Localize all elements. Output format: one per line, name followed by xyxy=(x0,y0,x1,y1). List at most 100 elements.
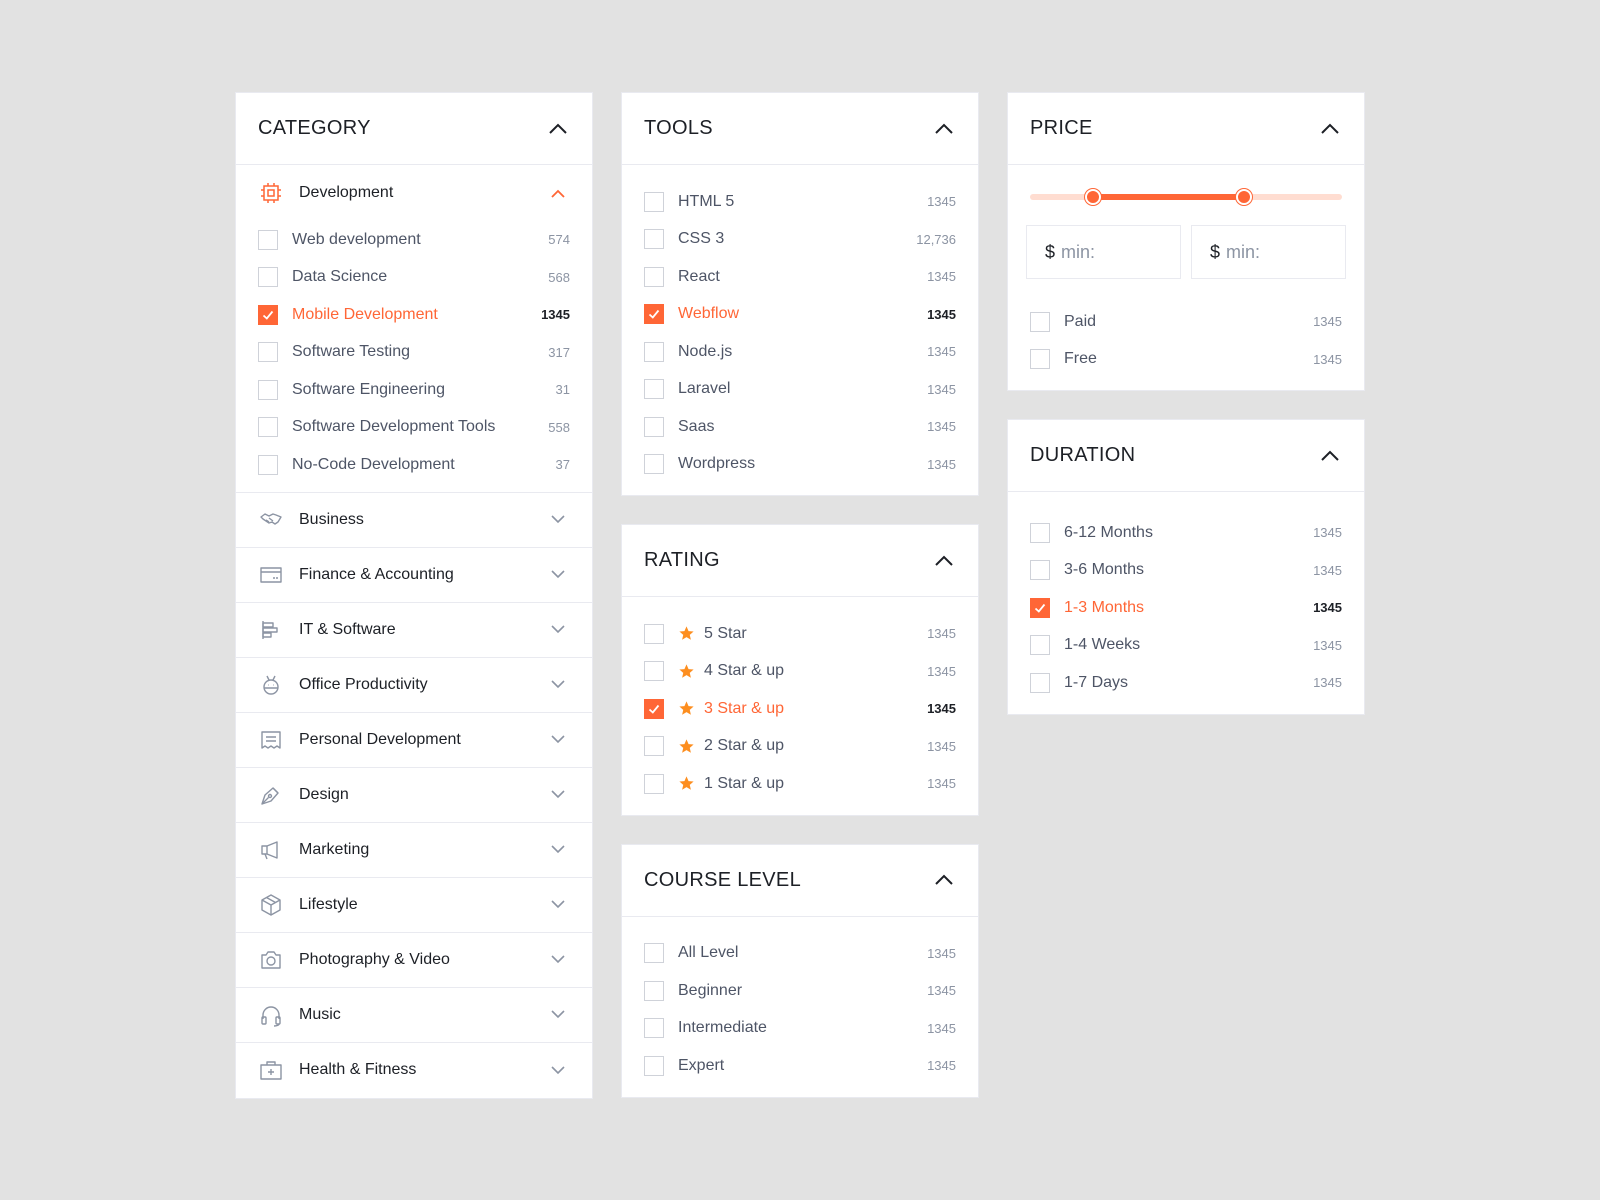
filter-option-row[interactable]: Node.js 1345 xyxy=(644,333,956,371)
chevron-down-icon[interactable] xyxy=(546,893,570,917)
category-item[interactable]: Photography & Video xyxy=(236,933,592,988)
chevron-up-icon[interactable] xyxy=(1318,117,1342,141)
filter-option-row[interactable]: 1-4 Weeks 1345 xyxy=(1030,627,1342,665)
filter-option-row[interactable]: Software Testing 317 xyxy=(258,334,570,372)
checkbox[interactable] xyxy=(1030,635,1050,656)
filter-option-row[interactable]: 6-12 Months 1345 xyxy=(1030,514,1342,552)
rating-header[interactable]: RATING xyxy=(622,525,978,597)
filter-option-row[interactable]: 5 Star 1345 xyxy=(644,615,956,653)
checkbox[interactable] xyxy=(644,1055,664,1076)
filter-option-row[interactable]: Software Development Tools 558 xyxy=(258,409,570,447)
checkbox[interactable] xyxy=(258,267,278,288)
checkbox[interactable] xyxy=(644,736,664,757)
checkbox[interactable] xyxy=(258,454,278,475)
category-item[interactable]: Music xyxy=(236,988,592,1043)
category-item[interactable]: Office Productivity xyxy=(236,658,592,713)
chevron-down-icon[interactable] xyxy=(546,508,570,532)
checkbox[interactable] xyxy=(1030,349,1050,370)
category-development-header[interactable]: Development xyxy=(236,165,592,221)
checkbox[interactable] xyxy=(258,417,278,438)
filter-option-row[interactable]: Saas 1345 xyxy=(644,408,956,446)
checkbox-checked[interactable] xyxy=(644,304,664,325)
chevron-up-icon[interactable] xyxy=(932,868,956,892)
chevron-up-icon[interactable] xyxy=(932,549,956,573)
category-header[interactable]: CATEGORY xyxy=(236,93,592,165)
category-item[interactable]: Business xyxy=(236,493,592,548)
filter-option-row[interactable]: No-Code Development 37 xyxy=(258,446,570,484)
category-item[interactable]: Marketing xyxy=(236,823,592,878)
chevron-down-icon[interactable] xyxy=(546,673,570,697)
checkbox[interactable] xyxy=(258,379,278,400)
filter-option-row[interactable]: 2 Star & up 1345 xyxy=(644,728,956,766)
filter-option-row[interactable]: HTML 5 1345 xyxy=(644,183,956,221)
chevron-down-icon[interactable] xyxy=(546,1058,570,1082)
filter-option-row[interactable]: Laravel 1345 xyxy=(644,371,956,409)
filter-option-row[interactable]: Webflow 1345 xyxy=(644,296,956,334)
filter-option-row[interactable]: 3-6 Months 1345 xyxy=(1030,552,1342,590)
slider-max-handle[interactable] xyxy=(1235,189,1252,205)
checkbox[interactable] xyxy=(1030,311,1050,332)
filter-option-row[interactable]: Mobile Development 1345 xyxy=(258,296,570,334)
checkbox[interactable] xyxy=(644,379,664,400)
checkbox-checked[interactable] xyxy=(1030,597,1050,618)
filter-option-row[interactable]: CSS 3 12,736 xyxy=(644,221,956,259)
checkbox[interactable] xyxy=(1030,672,1050,693)
filter-option-row[interactable]: Free 1345 xyxy=(1030,341,1342,379)
checkbox-checked[interactable] xyxy=(644,698,664,719)
filter-option-row[interactable]: 4 Star & up 1345 xyxy=(644,653,956,691)
filter-option-row[interactable]: 1-3 Months 1345 xyxy=(1030,589,1342,627)
price-slider-track[interactable] xyxy=(1030,187,1342,207)
filter-option-row[interactable]: All Level 1345 xyxy=(644,935,956,973)
checkbox[interactable] xyxy=(644,1018,664,1039)
category-item[interactable]: Design xyxy=(236,768,592,823)
chevron-down-icon[interactable] xyxy=(546,1003,570,1027)
course-level-header[interactable]: COURSE LEVEL xyxy=(622,845,978,917)
duration-header[interactable]: DURATION xyxy=(1008,420,1364,492)
chevron-up-icon[interactable] xyxy=(932,117,956,141)
chevron-down-icon[interactable] xyxy=(546,948,570,972)
filter-option-row[interactable]: Web development 574 xyxy=(258,221,570,259)
chevron-down-icon[interactable] xyxy=(546,838,570,862)
checkbox[interactable] xyxy=(644,229,664,250)
checkbox-checked[interactable] xyxy=(258,304,278,325)
price-min-input[interactable]: $ min: xyxy=(1026,225,1181,279)
category-item[interactable]: Lifestyle xyxy=(236,878,592,933)
chevron-down-icon[interactable] xyxy=(546,563,570,587)
chevron-down-icon[interactable] xyxy=(546,783,570,807)
filter-option-row[interactable]: 1 Star & up 1345 xyxy=(644,765,956,803)
chevron-up-icon[interactable] xyxy=(1318,444,1342,468)
category-item[interactable]: IT & Software xyxy=(236,603,592,658)
checkbox[interactable] xyxy=(644,623,664,644)
checkbox[interactable] xyxy=(644,416,664,437)
filter-option-row[interactable]: Beginner 1345 xyxy=(644,972,956,1010)
chevron-up-icon[interactable] xyxy=(546,181,570,205)
price-range-slider[interactable] xyxy=(1008,165,1364,207)
filter-option-row[interactable]: 1-7 Days 1345 xyxy=(1030,664,1342,702)
filter-option-row[interactable]: Paid 1345 xyxy=(1030,303,1342,341)
price-max-input[interactable]: $ min: xyxy=(1191,225,1346,279)
filter-option-row[interactable]: Intermediate 1345 xyxy=(644,1010,956,1048)
chevron-down-icon[interactable] xyxy=(546,728,570,752)
filter-option-row[interactable]: Expert 1345 xyxy=(644,1047,956,1085)
category-item[interactable]: Personal Development xyxy=(236,713,592,768)
checkbox[interactable] xyxy=(644,943,664,964)
category-item[interactable]: Finance & Accounting xyxy=(236,548,592,603)
checkbox[interactable] xyxy=(644,661,664,682)
checkbox[interactable] xyxy=(1030,522,1050,543)
checkbox[interactable] xyxy=(644,980,664,1001)
filter-option-row[interactable]: Wordpress 1345 xyxy=(644,446,956,484)
checkbox[interactable] xyxy=(1030,560,1050,581)
filter-option-row[interactable]: React 1345 xyxy=(644,258,956,296)
tools-header[interactable]: TOOLS xyxy=(622,93,978,165)
checkbox[interactable] xyxy=(644,191,664,212)
chevron-down-icon[interactable] xyxy=(546,618,570,642)
checkbox[interactable] xyxy=(644,773,664,794)
chevron-up-icon[interactable] xyxy=(546,117,570,141)
checkbox[interactable] xyxy=(644,341,664,362)
checkbox[interactable] xyxy=(258,229,278,250)
filter-option-row[interactable]: Software Engineering 31 xyxy=(258,371,570,409)
checkbox[interactable] xyxy=(644,266,664,287)
slider-min-handle[interactable] xyxy=(1084,189,1101,205)
price-header[interactable]: PRICE xyxy=(1008,93,1364,165)
checkbox[interactable] xyxy=(258,342,278,363)
